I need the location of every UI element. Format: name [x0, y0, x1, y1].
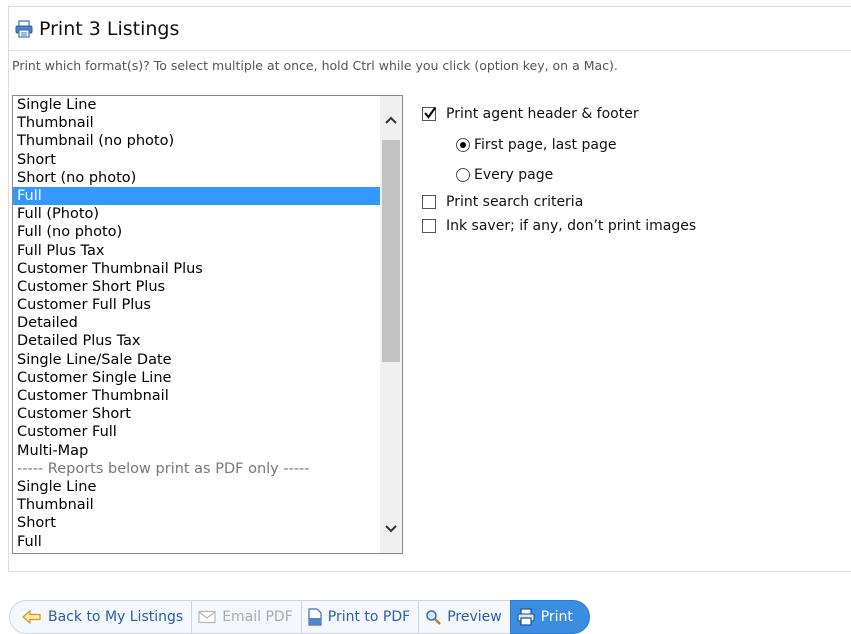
printer-icon — [15, 19, 33, 38]
print-label: Print — [540, 609, 573, 625]
scroll-thumb[interactable] — [382, 140, 400, 362]
format-option[interactable]: Detailed Plus Tax — [13, 332, 380, 350]
every-page-option[interactable]: Every page — [456, 167, 553, 183]
first-last-page-radio[interactable] — [456, 138, 470, 152]
agent-header-footer-option[interactable]: Print agent header & footer — [422, 106, 639, 122]
format-list-scrollbar[interactable] — [380, 96, 402, 553]
search-criteria-checkbox[interactable] — [422, 195, 436, 209]
ink-saver-option[interactable]: Ink saver; if any, don’t print images — [422, 218, 696, 234]
format-option[interactable]: Detailed — [13, 314, 380, 332]
format-option[interactable]: Customer Thumbnail Plus — [13, 260, 380, 278]
first-last-page-label: First page, last page — [474, 137, 617, 153]
format-option[interactable]: Customer Full Plus — [13, 296, 380, 314]
back-to-listings-label: Back to My Listings — [48, 609, 184, 625]
email-pdf-button[interactable]: Email PDF — [191, 600, 302, 634]
format-option[interactable]: Full (no photo) — [13, 223, 380, 241]
scroll-down-arrow[interactable] — [380, 517, 402, 541]
agent-header-footer-checkbox[interactable] — [422, 107, 436, 121]
format-option[interactable]: Customer Short — [13, 405, 380, 423]
format-option[interactable]: Multi-Map — [13, 442, 380, 460]
format-option[interactable]: Thumbnail — [13, 114, 380, 132]
instructions-text: Print which format(s)? To select multipl… — [12, 58, 618, 73]
format-option[interactable]: Short (no photo) — [13, 169, 380, 187]
format-option[interactable]: Full — [13, 533, 380, 551]
format-option[interactable]: Short — [13, 514, 380, 532]
every-page-label: Every page — [474, 167, 554, 183]
format-listbox[interactable]: Single Line Thumbnail Thumbnail (no photo)… — [12, 95, 403, 554]
format-option[interactable]: Customer Single Line — [13, 369, 380, 387]
format-option[interactable]: Customer Full — [13, 423, 380, 441]
ink-saver-checkbox[interactable] — [422, 219, 436, 233]
format-option[interactable]: Single Line/Sale Date — [13, 351, 380, 369]
format-option[interactable]: Single Line — [13, 478, 380, 496]
print-button[interactable]: Print — [509, 600, 590, 634]
format-option[interactable]: Thumbnail — [13, 496, 380, 514]
action-toolbar: Back to My Listings Email PDF Print to P… — [9, 600, 590, 634]
back-to-listings-button[interactable]: Back to My Listings — [9, 600, 193, 634]
every-page-radio[interactable] — [456, 168, 470, 182]
format-option[interactable]: Full Plus Tax — [13, 242, 380, 260]
radio-selected-dot — [460, 142, 466, 148]
printer-icon — [517, 608, 535, 626]
list-separator: ----- Reports below print as PDF only --… — [17, 460, 310, 477]
email-pdf-label: Email PDF — [222, 609, 293, 625]
format-option[interactable]: Customer Short Plus — [13, 278, 380, 296]
scroll-up-arrow[interactable] — [380, 108, 402, 132]
search-criteria-label: Print search criteria — [446, 194, 584, 210]
format-option[interactable]: Thumbnail (no photo) — [13, 132, 380, 150]
dialog-title-bar: Print 3 Listings — [9, 7, 851, 51]
format-option[interactable]: Full — [13, 186, 380, 206]
magnifier-icon — [426, 610, 442, 625]
dialog-title: Print 3 Listings — [39, 17, 180, 40]
format-option[interactable]: Customer Thumbnail — [13, 387, 380, 405]
search-criteria-option[interactable]: Print search criteria — [422, 194, 583, 210]
print-to-pdf-label: Print to PDF — [327, 609, 411, 625]
first-last-page-option[interactable]: First page, last page — [456, 137, 616, 153]
preview-button[interactable]: Preview — [418, 600, 511, 634]
format-options: Single Line Thumbnail Thumbnail (no photo)… — [13, 96, 380, 551]
preview-label: Preview — [447, 609, 502, 625]
document-icon — [308, 608, 322, 626]
print-to-pdf-button[interactable]: Print to PDF — [300, 600, 420, 634]
format-option[interactable]: Short — [13, 151, 380, 169]
format-option[interactable]: Full (Photo) — [13, 205, 380, 223]
ink-saver-label: Ink saver; if any, don’t print images — [446, 218, 697, 234]
envelope-icon — [198, 610, 216, 624]
back-arrow-icon — [22, 610, 41, 624]
format-option[interactable]: Single Line — [13, 96, 380, 114]
agent-header-footer-label: Print agent header & footer — [446, 106, 639, 122]
